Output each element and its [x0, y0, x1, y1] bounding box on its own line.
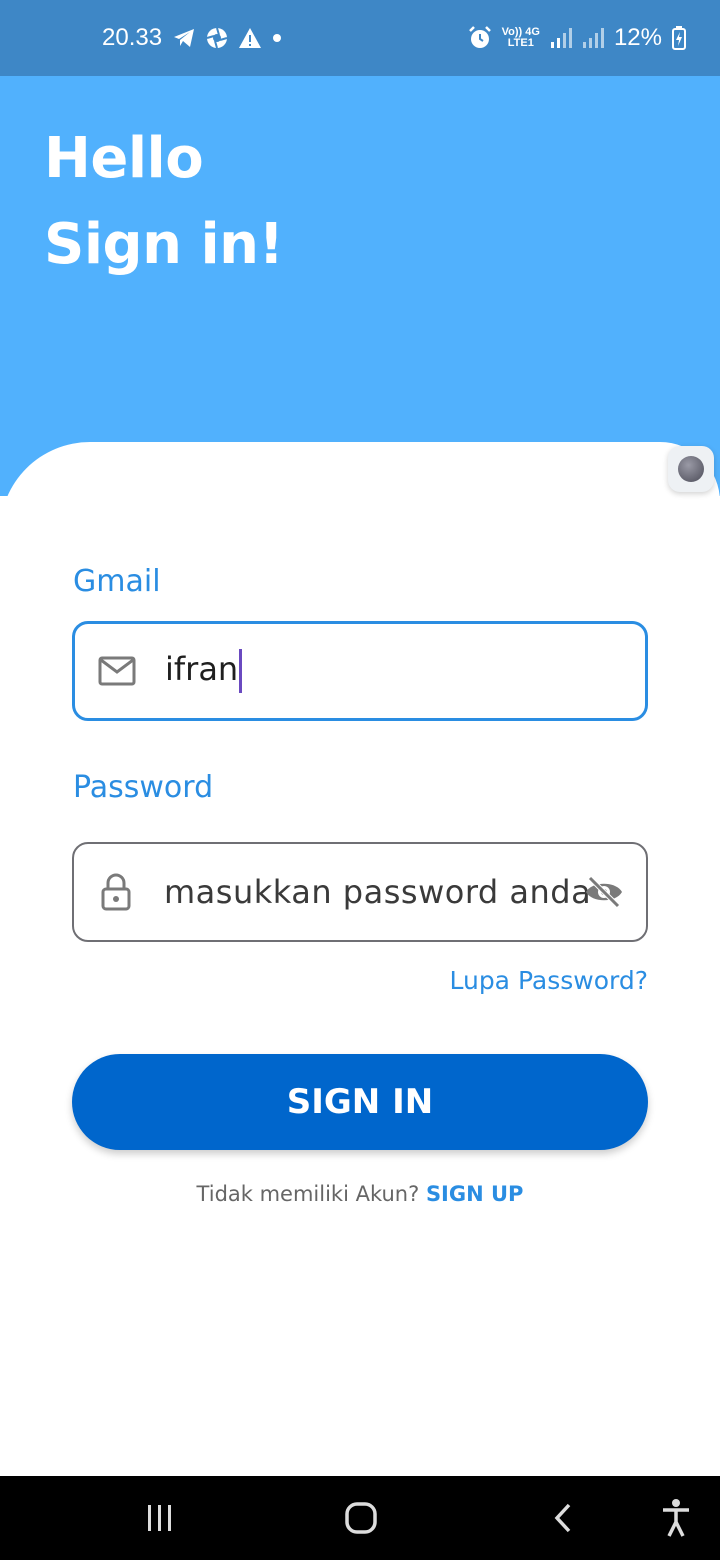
dot-icon	[272, 33, 282, 43]
text-caret	[239, 649, 243, 693]
lock-icon	[96, 872, 136, 912]
sign-up-link[interactable]: SIGN UP	[426, 1182, 524, 1206]
home-icon[interactable]	[331, 1492, 391, 1544]
telegram-icon	[172, 27, 196, 49]
network-type: Vo)) 4G LTE1	[502, 27, 540, 49]
email-label: Gmail	[73, 564, 161, 599]
signup-prompt: Tidak memiliki Akun?	[196, 1182, 426, 1206]
eye-off-icon[interactable]	[582, 870, 626, 914]
back-icon[interactable]	[533, 1492, 593, 1544]
email-input-value: ifran	[165, 649, 243, 693]
status-time: 20.33	[102, 24, 163, 51]
email-field[interactable]: ifran	[72, 621, 648, 721]
greeting-line-2: Sign in!	[44, 212, 284, 277]
status-left: 20.33	[102, 24, 282, 52]
signal-icon	[550, 27, 572, 49]
signup-row: Tidak memiliki Akun? SIGN UP	[0, 1182, 720, 1206]
email-value-text: ifran	[165, 650, 239, 688]
status-right: Vo)) 4G LTE1 12%	[468, 24, 686, 52]
forgot-password-link[interactable]: Lupa Password?	[449, 966, 648, 995]
alarm-icon	[468, 26, 492, 50]
signal-icon	[582, 27, 604, 49]
network-label-bottom: LTE1	[507, 37, 534, 49]
password-field[interactable]: masukkan password anda	[72, 842, 648, 942]
accessibility-icon[interactable]	[646, 1492, 706, 1544]
status-bar: 20.33 Vo)) 4G LTE1 12%	[0, 0, 720, 76]
warning-icon	[238, 27, 262, 49]
battery-percent: 12%	[613, 24, 662, 51]
sign-in-button[interactable]: SIGN IN	[72, 1054, 648, 1150]
password-label: Password	[73, 770, 214, 805]
aperture-icon	[206, 27, 228, 49]
assistant-ball-icon	[678, 456, 704, 482]
floating-assistant-button[interactable]	[668, 446, 714, 492]
recent-apps-icon[interactable]	[130, 1492, 190, 1544]
password-placeholder: masukkan password anda	[164, 873, 592, 911]
navigation-bar	[0, 1476, 720, 1560]
greeting-line-1: Hello	[44, 126, 204, 191]
battery-charging-icon	[672, 26, 686, 50]
mail-icon	[97, 651, 137, 691]
